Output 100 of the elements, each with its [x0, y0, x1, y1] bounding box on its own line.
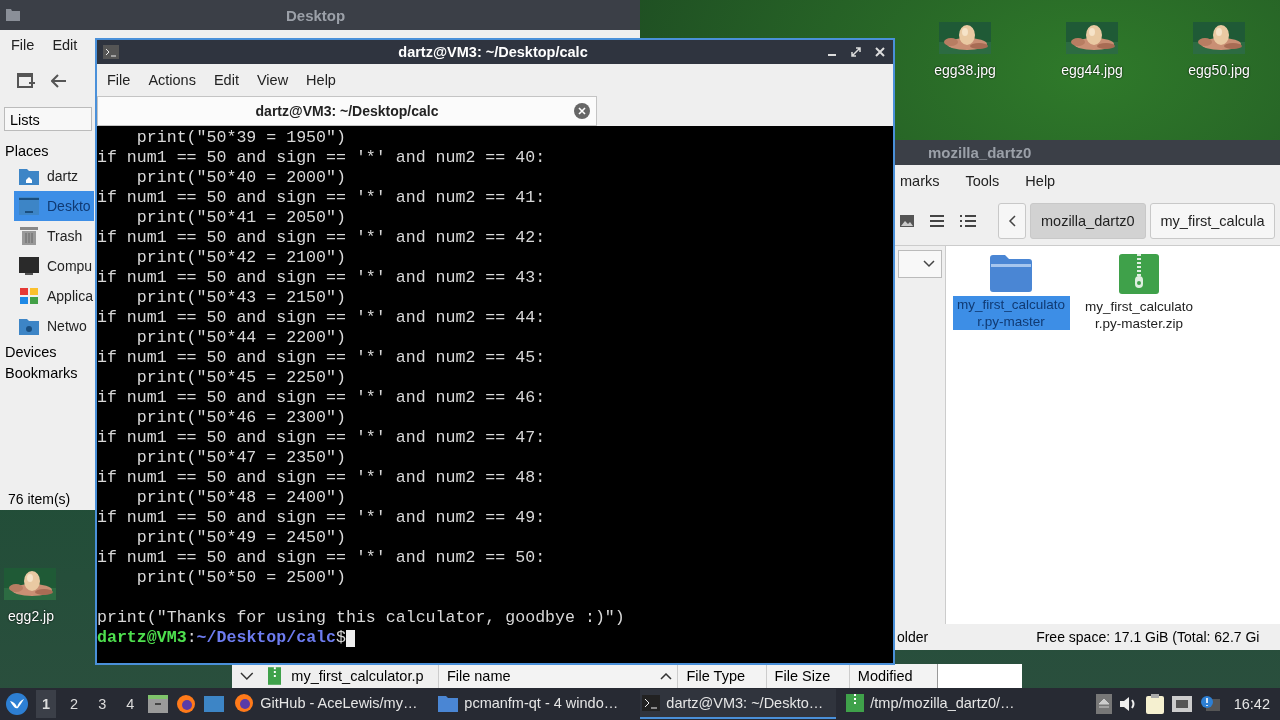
window-title: dartz@VM3: ~/Desktop/calc — [397, 44, 589, 60]
section-header: Places — [5, 143, 49, 159]
code-line: print("50*44 = 2200") — [135, 328, 347, 348]
zip-archive-icon — [846, 694, 865, 712]
code-line: if num1 == 50 and sign == '*' and num2 == 43: — [97, 268, 547, 288]
close-icon[interactable] — [574, 103, 590, 119]
home-folder-icon — [19, 167, 39, 185]
chevron-left-icon — [1008, 215, 1016, 227]
section-header[interactable]: Bookmarks — [5, 365, 78, 381]
code-line: if num1 == 50 and sign == '*' and num2 == 45: — [97, 348, 547, 368]
column-header[interactable]: File name — [437, 664, 678, 688]
sidebar-item[interactable]: Netwo — [14, 311, 94, 341]
file-name[interactable]: my_first_calculator.p — [291, 668, 438, 684]
code-line: if num1 == 50 and sign == '*' and num2 == 49: — [97, 508, 547, 528]
code-line: print("50*43 = 2150") — [135, 288, 347, 308]
sort-up-icon — [660, 673, 672, 680]
menu-item[interactable]: marks — [900, 173, 954, 189]
image-view-icon[interactable] — [900, 215, 914, 227]
code-line: print("50*42 = 2100") — [135, 248, 347, 268]
file-name[interactable]: my_first_calculator.py-master.zip — [1080, 298, 1198, 332]
code-line: print("50*41 = 2050") — [135, 208, 347, 228]
clipboard-icon[interactable] — [1145, 694, 1164, 714]
menu-item[interactable]: Help — [1025, 173, 1070, 189]
notification-icon[interactable] — [1199, 695, 1220, 713]
terminal-icon — [103, 45, 119, 59]
taskbar-button[interactable]: pcmanfm-qt - 4 windo… — [436, 689, 633, 719]
eject-icon[interactable] — [1095, 694, 1112, 714]
folder-icon — [6, 8, 20, 22]
menu-item[interactable]: Help — [297, 72, 345, 88]
file-label[interactable]: egg38.jpg — [934, 62, 996, 78]
code-line: print("50*45 = 2250") — [135, 368, 347, 388]
code-line: if num1 == 50 and sign == '*' and num2 == 42: — [97, 228, 547, 248]
file-label[interactable]: egg44.jpg — [1061, 62, 1123, 78]
firefox-icon[interactable] — [176, 694, 197, 714]
maximize-icon[interactable] — [851, 47, 861, 57]
terminal-icon — [642, 695, 661, 711]
view-dropdown[interactable]: Lists — [4, 107, 92, 131]
detail-view-icon[interactable] — [960, 215, 976, 227]
sidebar-item[interactable]: Trash — [14, 221, 94, 251]
window-title: mozilla_dartz0 — [928, 144, 1032, 161]
sidebar-item[interactable]: dartz — [14, 161, 94, 191]
taskbar-button[interactable]: /tmp/mozilla_dartz0/… — [844, 689, 1041, 719]
code-line: print("50*49 = 2450") — [135, 528, 347, 548]
menu-item[interactable]: Edit — [204, 72, 248, 88]
workspace-button[interactable]: 4 — [120, 690, 141, 718]
menu-item[interactable]: Actions — [139, 72, 205, 88]
code-line: print("50*47 = 2350") — [135, 448, 347, 468]
code-line: if num1 == 50 and sign == '*' and num2 == 48: — [97, 468, 547, 488]
code-line: print("50*40 = 2000") — [135, 168, 347, 188]
network-folder-icon — [19, 317, 39, 335]
code-line: print("50*46 = 2300") — [135, 408, 347, 428]
status-text: 76 item(s) — [8, 491, 71, 507]
dropdown[interactable] — [898, 250, 942, 278]
path-button[interactable]: mozilla_dartz0 — [1030, 203, 1146, 239]
monitor-icon — [19, 257, 39, 275]
status-text: older — [897, 629, 929, 645]
code-line: print("50*48 = 2400") — [135, 488, 347, 508]
code-line: if num1 == 50 and sign == '*' and num2 == 41: — [97, 188, 547, 208]
menu-item[interactable]: File — [98, 72, 140, 88]
shell-prompt: dartz@VM3:~/Desktop/calc$ — [97, 628, 893, 648]
apps-icon — [19, 287, 39, 305]
network-icon[interactable] — [1171, 696, 1192, 712]
taskbar-button[interactable]: dartz@VM3: ~/Deskto… — [640, 689, 837, 719]
firefox-icon — [234, 693, 255, 713]
folder-icon — [438, 694, 459, 712]
desktop-icon[interactable] — [204, 696, 225, 712]
menu-item[interactable]: File — [2, 37, 44, 53]
close-icon[interactable] — [875, 47, 885, 57]
workspace-button[interactable]: 1 — [36, 690, 57, 718]
taskbar-button[interactable]: GitHub - AceLewis/my… — [232, 689, 429, 719]
sidebar-item[interactable]: Applica — [14, 281, 94, 311]
code-line: if num1 == 50 and sign == '*' and num2 == 47: — [97, 428, 547, 448]
back-arrow-icon[interactable] — [51, 74, 67, 88]
back-button[interactable] — [998, 203, 1026, 239]
workspace-button[interactable]: 3 — [92, 690, 113, 718]
column-header[interactable]: Modified — [848, 664, 937, 688]
chevron-down-icon — [923, 260, 935, 268]
clock[interactable]: 16:42 — [1233, 696, 1270, 712]
sidebar-item[interactable]: Compu — [14, 251, 94, 281]
workspace-button[interactable]: 2 — [64, 690, 85, 718]
file-label[interactable]: egg2.jp — [8, 608, 54, 624]
path-button[interactable]: my_first_calcula — [1149, 203, 1276, 239]
list-view-icon[interactable] — [930, 215, 944, 227]
menu-item[interactable]: Edit — [43, 37, 87, 53]
code-line: print("50*39 = 1950") — [135, 128, 347, 148]
file-label[interactable]: egg50.jpg — [1188, 62, 1250, 78]
terminal-tab[interactable]: dartz@VM3: ~/Desktop/calc — [97, 96, 597, 126]
file-cabinet-icon[interactable] — [148, 695, 169, 713]
column-header[interactable]: File Type — [677, 664, 766, 688]
menu-item[interactable]: View — [247, 72, 298, 88]
new-window-icon[interactable] — [17, 72, 35, 90]
trash-icon — [19, 227, 39, 245]
folder-icon — [990, 254, 1032, 292]
section-header[interactable]: Devices — [5, 344, 57, 360]
code-line: print("50*50 = 2500") — [135, 568, 347, 588]
code-line: print("Thanks for using this calculator, goodbye :)") — [97, 608, 626, 628]
menu-item[interactable]: Tools — [965, 173, 1014, 189]
chevron-down-icon[interactable] — [240, 672, 254, 680]
code-line: if num1 == 50 and sign == '*' and num2 == 44: — [97, 308, 547, 328]
zip-archive-icon — [1119, 254, 1159, 294]
